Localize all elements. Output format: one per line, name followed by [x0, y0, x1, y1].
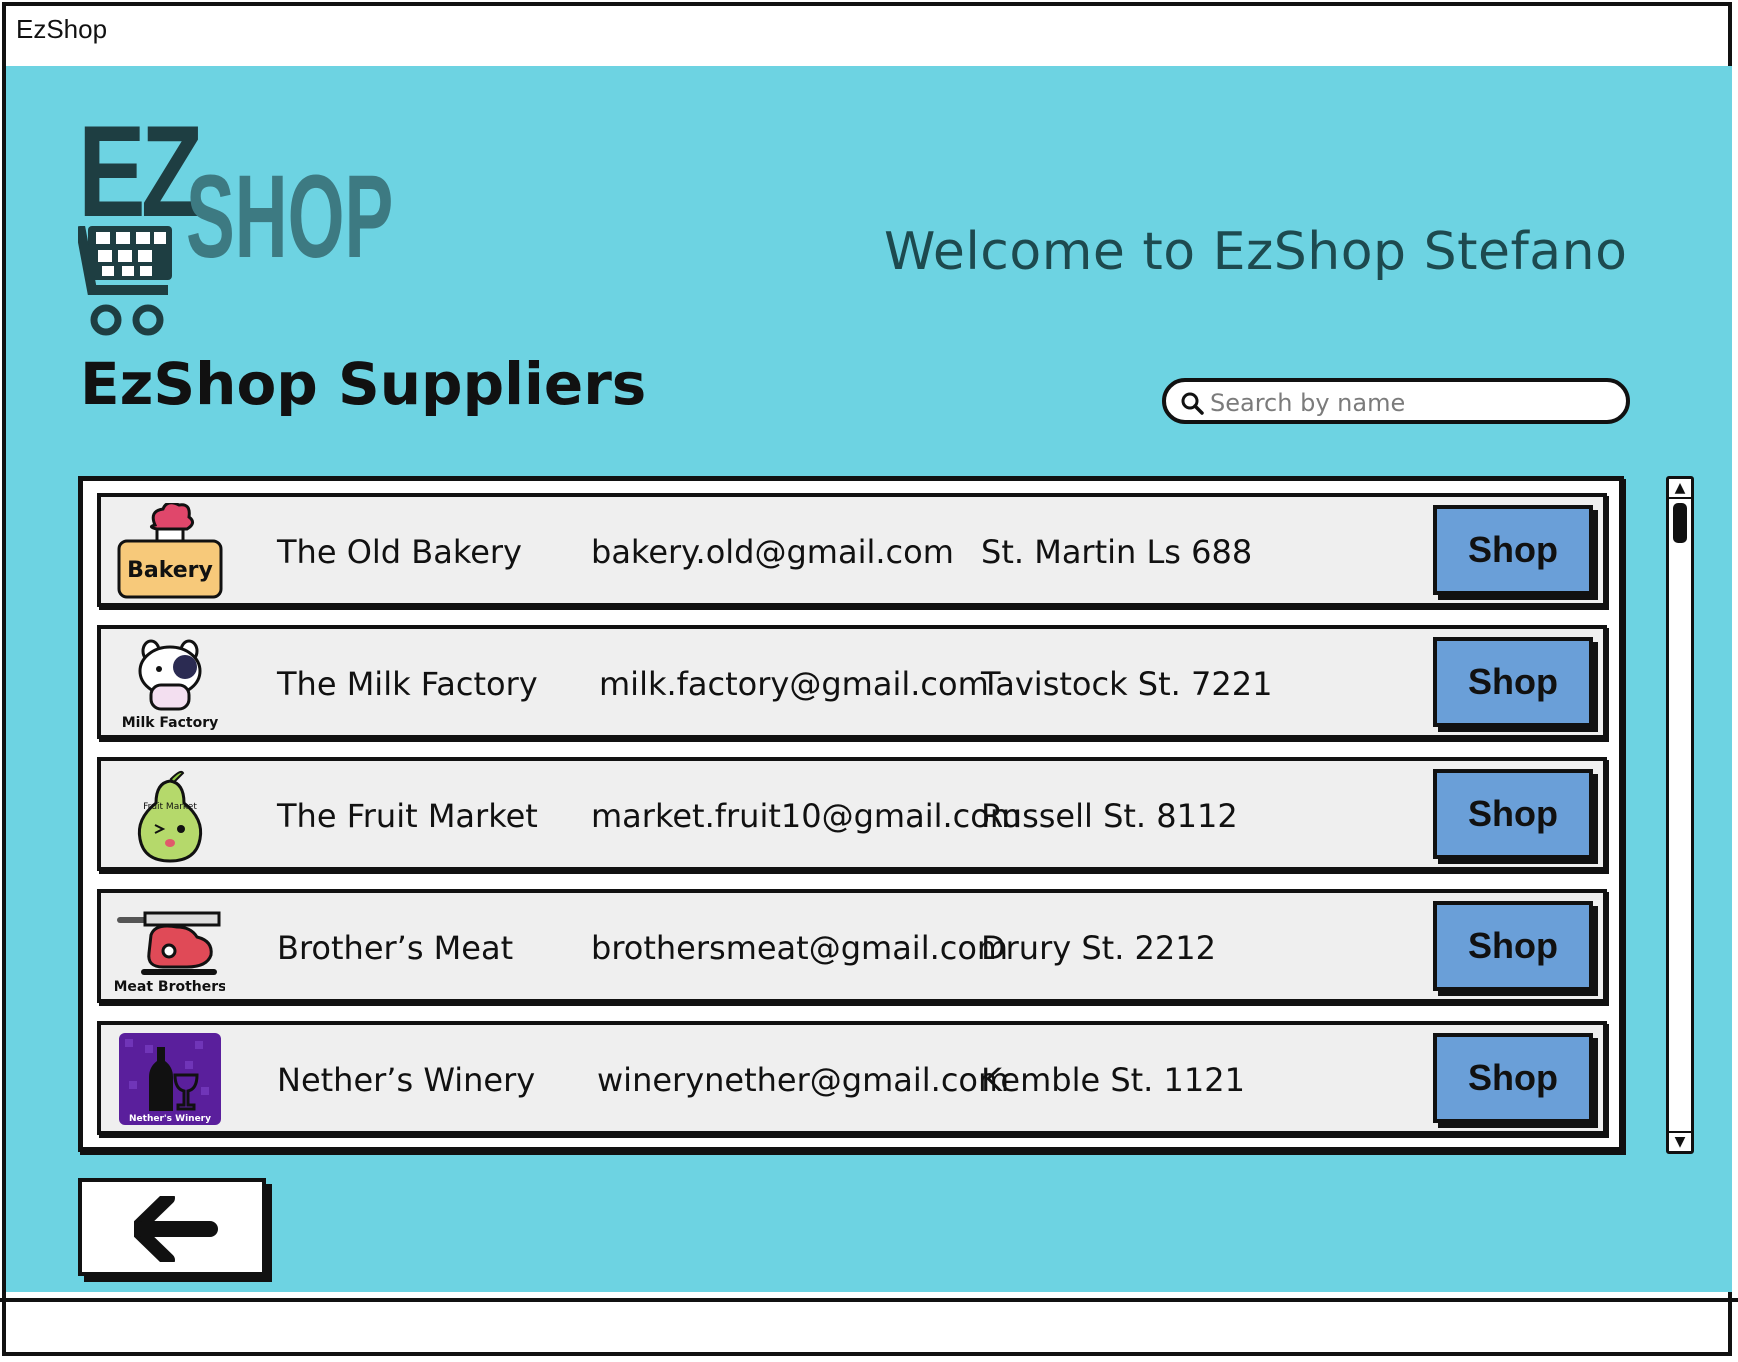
- shop-button[interactable]: Shop: [1433, 901, 1593, 991]
- supplier-name: The Old Bakery: [277, 533, 522, 571]
- supplier-row: Bakery The Old Bakery bakery.old@gmail.c…: [97, 493, 1607, 607]
- wine-logo-icon: Nether's Winery: [119, 1033, 221, 1125]
- fruit-logo-text: Fruit Market: [143, 802, 197, 812]
- title-bar: EzShop: [6, 6, 1728, 70]
- search-input[interactable]: [1208, 386, 1612, 420]
- supplier-row: Nether's Winery Nether’s Winery wineryne…: [97, 1021, 1607, 1135]
- arrow-left-icon: [134, 1196, 218, 1262]
- welcome-message: Welcome to EzShop Stefano: [884, 222, 1628, 282]
- supplier-name: Nether’s Winery: [277, 1061, 536, 1099]
- supplier-address: Drury St. 2212: [981, 929, 1216, 967]
- wine-logo-text: Nether's Winery: [129, 1114, 211, 1124]
- logo-text-shop: SHOP: [186, 151, 394, 283]
- supplier-name: The Milk Factory: [277, 665, 538, 703]
- bakery-logo-icon: Bakery: [117, 503, 223, 599]
- search-box[interactable]: [1162, 378, 1630, 424]
- shopping-cart-icon: [78, 226, 172, 336]
- search-icon: [1181, 392, 1204, 415]
- page-title: EzShop Suppliers: [80, 350, 647, 418]
- vertical-scrollbar[interactable]: ▲ ▼: [1666, 476, 1694, 1154]
- supplier-address: Russell St. 8112: [981, 797, 1238, 835]
- supplier-address: Tavistock St. 7221: [981, 665, 1273, 703]
- supplier-address: St. Martin Ls 688: [981, 533, 1253, 571]
- supplier-list: Bakery The Old Bakery bakery.old@gmail.c…: [78, 476, 1624, 1152]
- supplier-name: The Fruit Market: [277, 797, 538, 835]
- scroll-down-icon[interactable]: ▼: [1669, 1131, 1691, 1151]
- scroll-thumb[interactable]: [1673, 503, 1687, 543]
- meat-logo-text: Meat Brothers: [115, 979, 225, 995]
- bakery-logo-text: Bakery: [127, 558, 213, 583]
- supplier-email: bakery.old@gmail.com: [591, 533, 954, 571]
- logo-text-ez: EZ: [78, 98, 203, 244]
- supplier-address: Kemble St. 1121: [981, 1061, 1245, 1099]
- shop-button[interactable]: Shop: [1433, 637, 1593, 727]
- pear-logo-icon: Fruit Market: [137, 770, 203, 863]
- back-button[interactable]: [78, 1178, 266, 1276]
- meat-logo-icon: Meat Brothers: [115, 911, 225, 995]
- supplier-email: brothersmeat@gmail.com: [591, 929, 1009, 967]
- supplier-email: market.fruit10@gmail.com: [591, 797, 1021, 835]
- supplier-email: winerynether@gmail.com: [597, 1061, 1010, 1099]
- shop-button[interactable]: Shop: [1433, 505, 1593, 595]
- milk-logo-text: Milk Factory: [122, 715, 219, 731]
- supplier-row: Meat Brothers Brother’s Meat brothersmea…: [97, 889, 1607, 1003]
- shop-button[interactable]: Shop: [1433, 1033, 1593, 1123]
- supplier-email: milk.factory@gmail.com: [599, 665, 989, 703]
- ezshop-logo: EZ SHOP: [78, 106, 438, 348]
- window-title: EzShop: [16, 14, 108, 44]
- scroll-up-icon[interactable]: ▲: [1669, 479, 1691, 499]
- supplier-name: Brother’s Meat: [277, 929, 514, 967]
- footer-divider: [0, 1298, 1738, 1302]
- supplier-row: Fruit Market The Fruit Market market.fru…: [97, 757, 1607, 871]
- shop-button[interactable]: Shop: [1433, 769, 1593, 859]
- supplier-row: Milk Factory The Milk Factory milk.facto…: [97, 625, 1607, 739]
- cow-logo-icon: Milk Factory: [122, 639, 219, 731]
